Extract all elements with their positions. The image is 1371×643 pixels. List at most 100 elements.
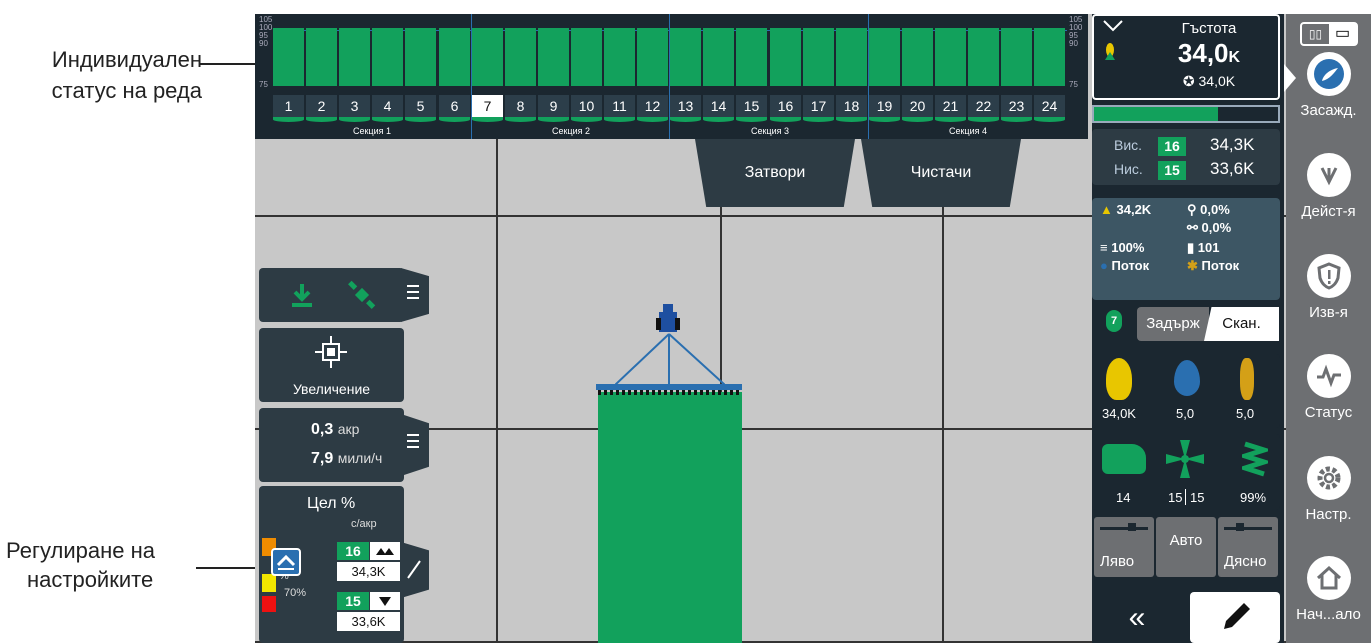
row-bar[interactable] bbox=[736, 28, 767, 86]
row-number[interactable]: 12 bbox=[637, 95, 668, 117]
chevron-down-icon[interactable] bbox=[1102, 19, 1124, 33]
row-bar[interactable] bbox=[604, 28, 635, 86]
target-high-arrow[interactable] bbox=[370, 542, 400, 560]
left-section-button[interactable]: Ляво bbox=[1094, 517, 1154, 577]
row-bar[interactable] bbox=[803, 28, 834, 86]
row-bar-foot bbox=[836, 117, 867, 122]
download-icon[interactable] bbox=[289, 282, 315, 308]
annotation-adjust-line2: настройките bbox=[27, 567, 154, 592]
row-number[interactable]: 4 bbox=[372, 95, 403, 117]
row-number[interactable]: 22 bbox=[968, 95, 999, 117]
row-number[interactable]: 10 bbox=[571, 95, 602, 117]
row-number[interactable]: 20 bbox=[902, 95, 933, 117]
row-bar[interactable] bbox=[836, 28, 867, 86]
adjust-up-button[interactable] bbox=[271, 548, 301, 576]
hopper-icon bbox=[1102, 444, 1146, 474]
right-section-button[interactable]: Дясно bbox=[1218, 517, 1278, 577]
row-number[interactable]: 18 bbox=[836, 95, 867, 117]
row-number[interactable]: 9 bbox=[538, 95, 569, 117]
area-panel-tab[interactable] bbox=[401, 414, 429, 476]
row-bar[interactable] bbox=[935, 28, 966, 86]
nav-status[interactable]: Статус bbox=[1286, 354, 1371, 421]
row-number[interactable]: 8 bbox=[505, 95, 536, 117]
auto-button[interactable]: Авто bbox=[1156, 517, 1216, 577]
row-number[interactable]: 21 bbox=[935, 95, 966, 117]
nav-home[interactable]: Нач...ало bbox=[1286, 556, 1371, 623]
row-number[interactable]: 24 bbox=[1034, 95, 1065, 117]
row-bar[interactable] bbox=[1001, 28, 1032, 86]
row-bar[interactable] bbox=[637, 28, 668, 86]
target-panel-tab[interactable] bbox=[401, 542, 429, 598]
row-bar[interactable] bbox=[538, 28, 569, 86]
row-number[interactable]: 23 bbox=[1001, 95, 1032, 117]
row-bar-foot bbox=[770, 117, 801, 122]
nav-settings[interactable]: Настр. bbox=[1286, 456, 1371, 523]
annotation-row-status-line2: статус на реда bbox=[51, 78, 202, 103]
row-number[interactable]: 19 bbox=[869, 95, 900, 117]
row-number[interactable]: 14 bbox=[703, 95, 734, 117]
cleaners-tab[interactable]: Чистачи bbox=[861, 139, 1021, 207]
row-number[interactable]: 2 bbox=[306, 95, 337, 117]
scale-right: 105 100 95 90 bbox=[1069, 16, 1082, 48]
row-number[interactable]: 16 bbox=[770, 95, 801, 117]
row-bar[interactable] bbox=[339, 28, 370, 86]
target-low-count: 15 bbox=[337, 592, 369, 610]
row-bar-foot bbox=[538, 117, 569, 122]
row-number[interactable]: 5 bbox=[405, 95, 436, 117]
nav-alarms[interactable]: Изв-я bbox=[1286, 254, 1371, 321]
nav-actions[interactable]: Дейст-я bbox=[1286, 153, 1371, 220]
row-bar[interactable] bbox=[273, 28, 304, 86]
row-bar[interactable] bbox=[439, 28, 470, 86]
shutters-tab[interactable]: Затвори bbox=[695, 139, 855, 207]
hardware-box[interactable]: 14 15 15 99% bbox=[1092, 434, 1280, 510]
collapse-button[interactable]: « bbox=[1092, 592, 1182, 643]
row-number[interactable]: 7 bbox=[472, 95, 503, 117]
edit-button[interactable] bbox=[1190, 592, 1280, 643]
row-bar[interactable] bbox=[306, 28, 337, 86]
row-bar[interactable] bbox=[869, 28, 900, 86]
density-gauge-fill bbox=[1094, 107, 1218, 121]
row-bar[interactable] bbox=[670, 28, 701, 86]
row-status-bar[interactable]: 105 100 95 90 75 105 100 95 90 75 123456… bbox=[255, 14, 1088, 139]
scan-button[interactable]: Скан. bbox=[1204, 307, 1279, 341]
target-low-value: 33,6K bbox=[337, 612, 400, 631]
row-number[interactable]: 3 bbox=[339, 95, 370, 117]
layout-toggle[interactable]: ▯▯ ▭ bbox=[1300, 22, 1358, 46]
right-label: Дясно bbox=[1224, 553, 1267, 570]
row-number[interactable]: 1 bbox=[273, 95, 304, 117]
row-bar[interactable] bbox=[703, 28, 734, 86]
row-bar[interactable] bbox=[1034, 28, 1065, 86]
row-bar[interactable] bbox=[405, 28, 436, 86]
density-target: ✪ 34,0K bbox=[1149, 73, 1269, 90]
satellite-icon[interactable] bbox=[347, 280, 377, 310]
zoom-label: Увеличение bbox=[292, 381, 371, 397]
row-bar[interactable] bbox=[505, 28, 536, 86]
data-panel-tab[interactable] bbox=[401, 268, 429, 322]
row-bar[interactable] bbox=[372, 28, 403, 86]
row-bar[interactable] bbox=[472, 28, 503, 86]
row-number[interactable]: 15 bbox=[736, 95, 767, 117]
row-number[interactable]: 17 bbox=[803, 95, 834, 117]
row-bar[interactable] bbox=[770, 28, 801, 86]
row-bar-separator bbox=[767, 78, 769, 82]
density-box[interactable]: Гъстота 34,0K ✪ 34,0K bbox=[1092, 14, 1280, 100]
row-bar[interactable] bbox=[571, 28, 602, 86]
row-number[interactable]: 6 bbox=[439, 95, 470, 117]
row-bar[interactable] bbox=[902, 28, 933, 86]
zoom-panel[interactable]: Увеличение bbox=[259, 328, 404, 402]
product-box[interactable]: 34,0K 5,0 5,0 bbox=[1092, 354, 1280, 428]
hold-button[interactable]: Задърж bbox=[1137, 307, 1209, 341]
row-number[interactable]: 13 bbox=[670, 95, 701, 117]
row-chip[interactable]: 7 bbox=[1106, 310, 1122, 332]
metrics-box[interactable]: ▲ 34,2K ⚲ 0,0% ⚯ 0,0% ≡ 100% ▮ 101 ● Пот… bbox=[1092, 198, 1280, 300]
row-bar[interactable] bbox=[968, 28, 999, 86]
drop-value: 5,0 bbox=[1176, 406, 1195, 421]
single-view-icon: ▭ bbox=[1329, 24, 1356, 44]
target-low-arrow[interactable] bbox=[370, 592, 400, 610]
row-number[interactable]: 11 bbox=[604, 95, 635, 117]
skip-value: 0,0% bbox=[1200, 202, 1230, 217]
row-bar-separator bbox=[1065, 67, 1067, 71]
target-unit: с/акр bbox=[351, 518, 377, 530]
row-bar-foot bbox=[273, 117, 304, 122]
nav-planting[interactable]: Засажд. bbox=[1286, 52, 1371, 119]
